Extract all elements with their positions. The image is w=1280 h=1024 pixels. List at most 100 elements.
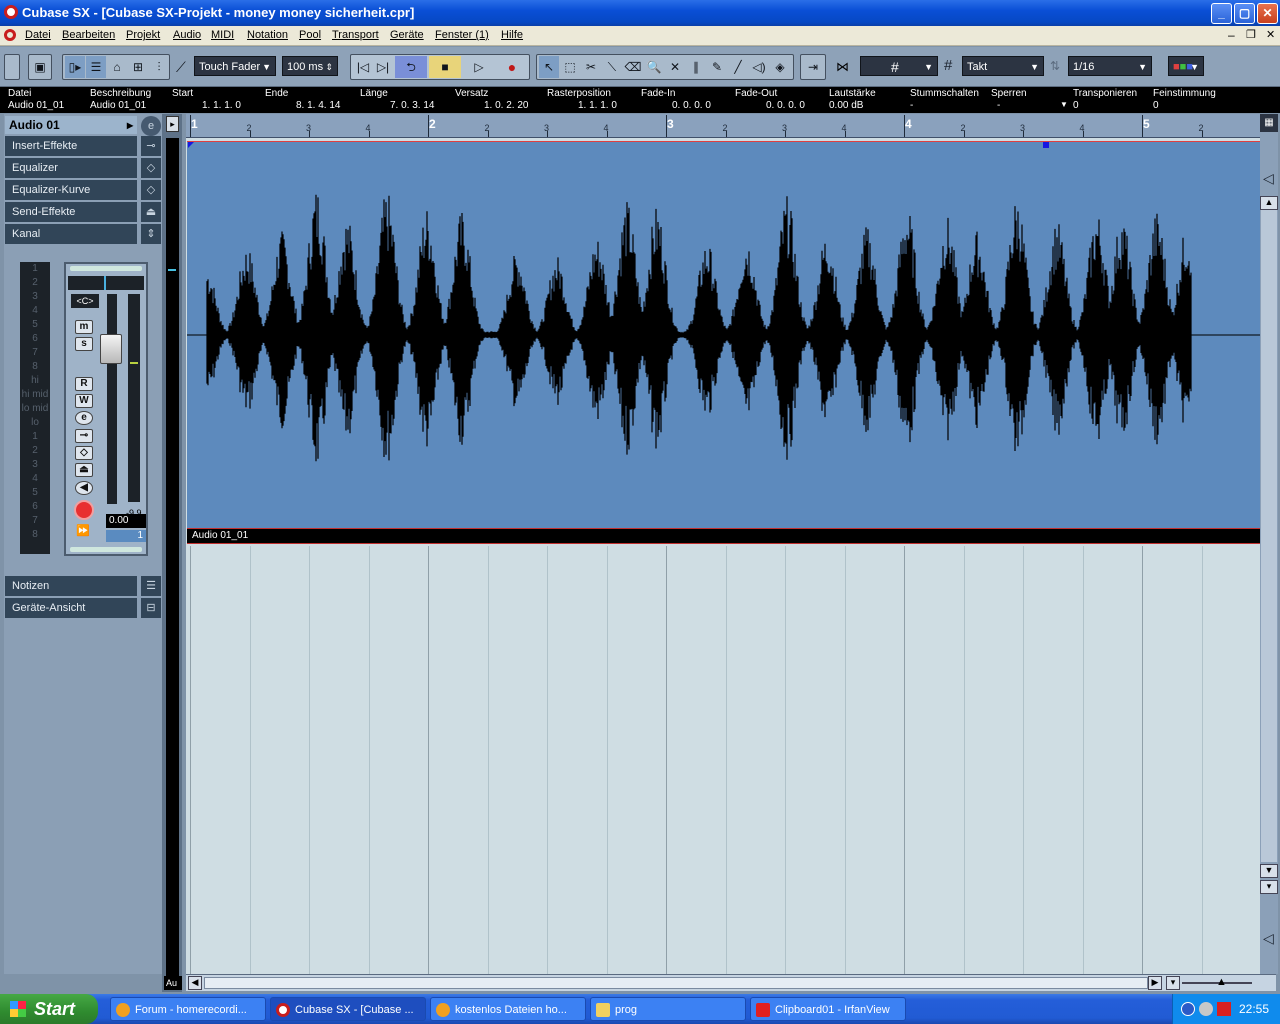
horizontal-scrollbar[interactable]: ◀ ▶ ▾ ▲ bbox=[186, 974, 1276, 991]
info-value-beschreibung[interactable]: Audio 01_01 bbox=[90, 100, 146, 111]
grid-snap-icon[interactable]: # bbox=[944, 57, 952, 74]
pan-slider[interactable] bbox=[68, 276, 144, 290]
zoom-vertical-icon[interactable]: ◁ bbox=[1263, 170, 1274, 187]
zoom-slider-handle-icon[interactable]: ▲ bbox=[1216, 976, 1227, 988]
record-icon[interactable]: ● bbox=[497, 56, 527, 78]
start-button[interactable]: Start bbox=[0, 994, 98, 1024]
menu-audio[interactable]: Audio bbox=[173, 29, 201, 41]
info-value-rasterposition[interactable]: 1. 1. 1. 0 bbox=[578, 100, 617, 111]
zoom-vertical-slider-icon[interactable]: ◁ bbox=[1263, 930, 1274, 947]
info-value-sperren[interactable]: - bbox=[997, 100, 1000, 111]
send-bypass-button[interactable]: ⏏ bbox=[75, 463, 93, 477]
menu-datei[interactable]: Datei bbox=[25, 29, 51, 41]
send-bypass-icon[interactable]: ⏏ bbox=[141, 202, 161, 222]
overview-icon[interactable]: ⌂ bbox=[107, 56, 127, 78]
mixer-icon[interactable]: ⫶ bbox=[149, 56, 169, 78]
play-icon[interactable]: ▷ bbox=[463, 56, 495, 78]
info-value-stummschalten[interactable]: - bbox=[910, 100, 913, 111]
close-button[interactable]: ✕ bbox=[1257, 3, 1278, 24]
edit-channel-icon[interactable]: e bbox=[141, 116, 161, 136]
maximize-button[interactable]: ▢ bbox=[1234, 3, 1255, 24]
task-forum[interactable]: Forum - homerecordi... bbox=[110, 997, 266, 1021]
fade-in-handle[interactable] bbox=[188, 142, 194, 148]
read-automation-button[interactable]: R bbox=[75, 377, 93, 391]
volume-value[interactable]: 0.00 bbox=[106, 514, 146, 528]
write-automation-button[interactable]: W bbox=[75, 394, 93, 408]
ruler[interactable]: 1 2 3 4 2 2 3 4 3 2 3 4 4 2 3 4 5 2 bbox=[186, 114, 1260, 138]
scroll-right-arrow[interactable]: ▶ bbox=[1148, 976, 1162, 990]
info-value-start[interactable]: 1. 1. 1. 0 bbox=[202, 100, 241, 111]
mute-tool-icon[interactable]: ✕ bbox=[665, 56, 685, 78]
info-value-lautstaerke[interactable]: 0.00 dB bbox=[829, 100, 863, 111]
mute-button[interactable]: m bbox=[75, 320, 93, 334]
sperren-dropdown-icon[interactable]: ▼ bbox=[1060, 100, 1068, 109]
autoscroll-button[interactable]: ⇥ bbox=[800, 54, 826, 80]
go-to-start-icon[interactable]: |◁ bbox=[353, 56, 373, 78]
eq-bypass-button[interactable]: ◇ bbox=[75, 446, 93, 460]
vertical-scrollbar[interactable]: ▦ ◁ ▲ ▼ ▾ ◁ bbox=[1260, 114, 1278, 974]
scroll-down-arrow[interactable]: ▼ bbox=[1260, 864, 1278, 878]
mdi-close-icon[interactable]: ✕ bbox=[1266, 28, 1275, 41]
notes-icon[interactable]: ☰ bbox=[141, 576, 161, 596]
color-select[interactable]: ■■■ ▼ bbox=[1168, 56, 1204, 76]
task-irfanview[interactable]: Clipboard01 - IrfanView bbox=[750, 997, 906, 1021]
channel-settings-icon[interactable]: ⇕ bbox=[141, 224, 161, 244]
info-value-fade-in[interactable]: 0. 0. 0. 0 bbox=[672, 100, 711, 111]
draw-tool-icon[interactable]: ✎ bbox=[707, 56, 727, 78]
time-field[interactable]: 100 ms ⇕ bbox=[282, 56, 338, 76]
stop-icon[interactable]: ■ bbox=[429, 56, 461, 78]
range-tool-icon[interactable]: ⬚ bbox=[560, 56, 580, 78]
mdi-minimize-icon[interactable]: – bbox=[1228, 28, 1235, 42]
menu-geraete[interactable]: Geräte bbox=[390, 29, 424, 41]
scroll-thumb[interactable] bbox=[1261, 210, 1277, 862]
menu-notation[interactable]: Notation bbox=[247, 29, 288, 41]
volume-handle[interactable] bbox=[1043, 142, 1049, 148]
menu-hilfe[interactable]: Hilfe bbox=[501, 29, 523, 41]
audio-event[interactable] bbox=[187, 141, 1260, 544]
line-tool-icon[interactable]: ╱ bbox=[728, 56, 748, 78]
record-enable-button[interactable] bbox=[74, 500, 94, 520]
zoom-presets-arrow[interactable]: ▾ bbox=[1166, 976, 1180, 990]
section-kanal[interactable]: Kanal bbox=[5, 224, 137, 244]
menu-pool[interactable]: Pool bbox=[299, 29, 321, 41]
automation-mode-select[interactable]: Touch Fader ▼ bbox=[194, 56, 276, 76]
menu-bearbeiten[interactable]: Bearbeiten bbox=[62, 29, 115, 41]
document-icon[interactable] bbox=[4, 29, 16, 41]
edit-button[interactable]: e bbox=[75, 411, 93, 425]
monitor-button[interactable]: ◀ bbox=[75, 481, 93, 495]
track-list-menu-icon[interactable]: ▸ bbox=[166, 116, 179, 132]
task-kostenlos[interactable]: kostenlos Dateien ho... bbox=[430, 997, 586, 1021]
horizontal-scroll-thumb[interactable] bbox=[204, 977, 1148, 989]
minimize-button[interactable]: _ bbox=[1211, 3, 1232, 24]
scroll-left-arrow[interactable]: ◀ bbox=[188, 976, 202, 990]
toolbar-left-handle[interactable] bbox=[4, 54, 20, 80]
menu-projekt[interactable]: Projekt bbox=[126, 29, 160, 41]
time-warp-tool-icon[interactable]: ∥ bbox=[686, 56, 706, 78]
antivirus-tray-icon[interactable] bbox=[1217, 1002, 1231, 1016]
quantize-select[interactable]: 1/16 ▼ bbox=[1068, 56, 1152, 76]
info-value-versatz[interactable]: 1. 0. 2. 20 bbox=[484, 100, 528, 111]
constrain-delay-button[interactable]: ▣ bbox=[28, 54, 52, 80]
pointer-tool-icon[interactable]: ↖ bbox=[539, 56, 559, 78]
toggle-icon[interactable]: ▦ bbox=[1260, 114, 1278, 132]
menu-transport[interactable]: Transport bbox=[332, 29, 379, 41]
grid-type-select[interactable]: Takt ▼ bbox=[962, 56, 1044, 76]
play-tool-icon[interactable]: ◁) bbox=[749, 56, 769, 78]
info-value-datei[interactable]: Audio 01_01 bbox=[8, 100, 64, 111]
snap-icon[interactable]: ⋈ bbox=[836, 59, 849, 75]
info-value-transponieren[interactable]: 0 bbox=[1073, 100, 1079, 111]
volume-fader-handle[interactable] bbox=[100, 334, 122, 364]
go-to-end-icon[interactable]: ▷| bbox=[373, 56, 393, 78]
pool-icon[interactable]: ⊞ bbox=[128, 56, 148, 78]
fader-track[interactable] bbox=[107, 294, 117, 504]
snap-mode-select[interactable]: # ▼ bbox=[860, 56, 938, 76]
section-equalizer-kurve[interactable]: Equalizer-Kurve bbox=[5, 180, 137, 200]
eq-curve-icon[interactable]: ◇ bbox=[141, 180, 161, 200]
solo-button[interactable]: s bbox=[75, 337, 93, 351]
split-tool-icon[interactable]: ✂ bbox=[581, 56, 601, 78]
zoom-tool-icon[interactable]: 🔍 bbox=[644, 56, 664, 78]
empty-track-area[interactable] bbox=[187, 546, 1260, 974]
info-value-fade-out[interactable]: 0. 0. 0. 0 bbox=[766, 100, 805, 111]
info-tray-icon[interactable] bbox=[1181, 1002, 1195, 1016]
insert-bypass-icon[interactable]: ⊸ bbox=[141, 136, 161, 156]
